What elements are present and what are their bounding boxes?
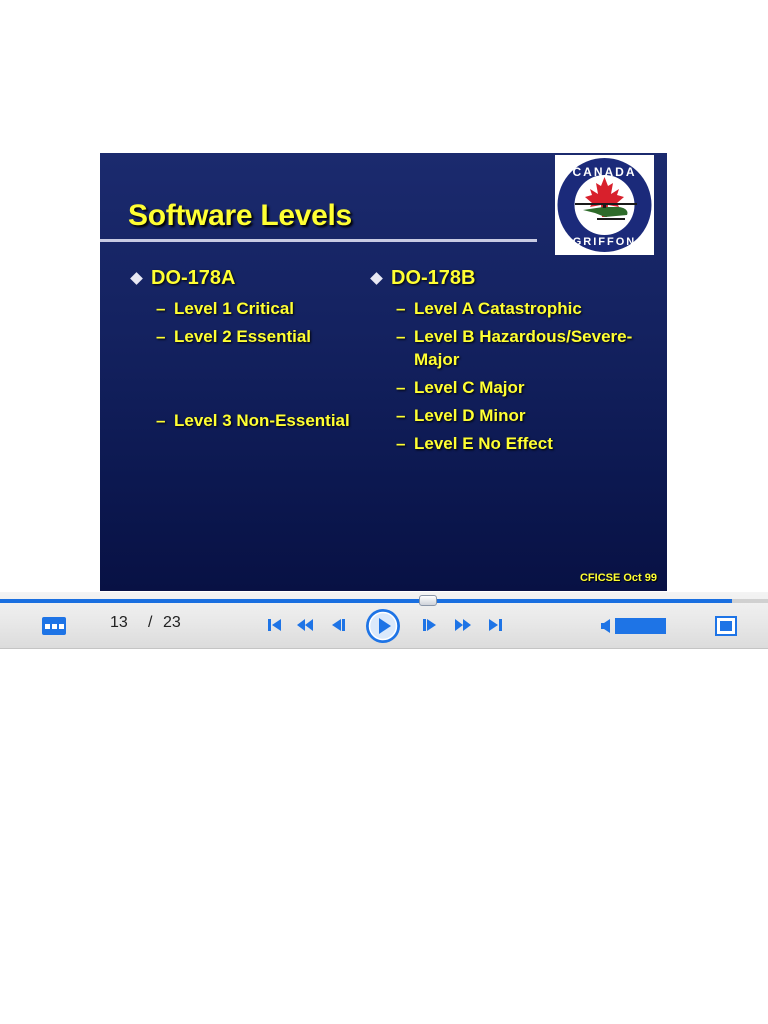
list-item: – Level 3 Non-Essential <box>156 411 350 430</box>
bullet-diamond-icon <box>130 271 143 285</box>
list-item: – Level E No Effect <box>396 434 553 453</box>
first-slide-icon[interactable] <box>266 616 284 634</box>
list-item: – Level B Hazardous/Severe-Major <box>396 327 633 369</box>
step-back-icon[interactable] <box>329 616 347 634</box>
item-list: – Level 1 Critical – Level 2 Essential – Le… <box>130 297 370 432</box>
column-heading: DO-178B <box>370 265 660 291</box>
current-page: 13 <box>110 614 128 631</box>
step-forward-icon[interactable] <box>421 616 439 634</box>
spacer <box>130 353 370 409</box>
volume-icon[interactable] <box>600 618 612 634</box>
list-item: – Level 2 Essential <box>156 327 312 346</box>
logo-text-top: CANADA <box>573 165 637 179</box>
list-item: – Level C Major <box>396 378 525 397</box>
last-slide-icon[interactable] <box>486 616 504 634</box>
column-heading-text: DO-178B <box>391 266 476 289</box>
page-separator: / <box>148 614 153 631</box>
thumbnails-icon[interactable] <box>42 617 66 635</box>
play-icon[interactable] <box>365 608 401 644</box>
logo-text-bottom: GRIFFON <box>573 236 637 248</box>
fullscreen-icon[interactable] <box>715 616 737 636</box>
column-heading-text: DO-178A <box>151 266 236 289</box>
column-heading: DO-178A <box>130 265 370 291</box>
rewind-icon[interactable] <box>296 616 314 634</box>
slide-footer: CFICSE Oct 99 <box>579 572 657 584</box>
progress-handle[interactable] <box>419 595 437 606</box>
column-do178a: DO-178A – Level 1 Critical – Level 2 Essen… <box>130 265 370 437</box>
fast-forward-icon[interactable] <box>454 616 472 634</box>
list-item: – Level D Minor <box>396 406 526 425</box>
item-list: – Level A Catastrophic – Level B Hazardous… <box>370 297 660 455</box>
volume-slider[interactable] <box>615 618 666 634</box>
list-item: – Level 1 Critical <box>156 299 295 318</box>
list-item: – Level A Catastrophic <box>396 299 582 318</box>
progress-track[interactable] <box>0 599 732 603</box>
canada-griffon-logo: CANADA GRIFFON <box>555 155 654 255</box>
bullet-diamond-icon <box>370 271 383 285</box>
player-controls: 13 / 23 <box>0 592 768 649</box>
slide: Software Levels CANADA GRIFFON DO-178A –… <box>100 153 667 591</box>
progress-track-remaining[interactable] <box>732 599 768 603</box>
total-pages: 23 <box>163 614 181 631</box>
title-rule <box>100 239 537 242</box>
column-do178b: DO-178B – Level A Catastrophic – Level B H… <box>370 265 660 460</box>
slide-title: Software Levels <box>128 199 352 232</box>
